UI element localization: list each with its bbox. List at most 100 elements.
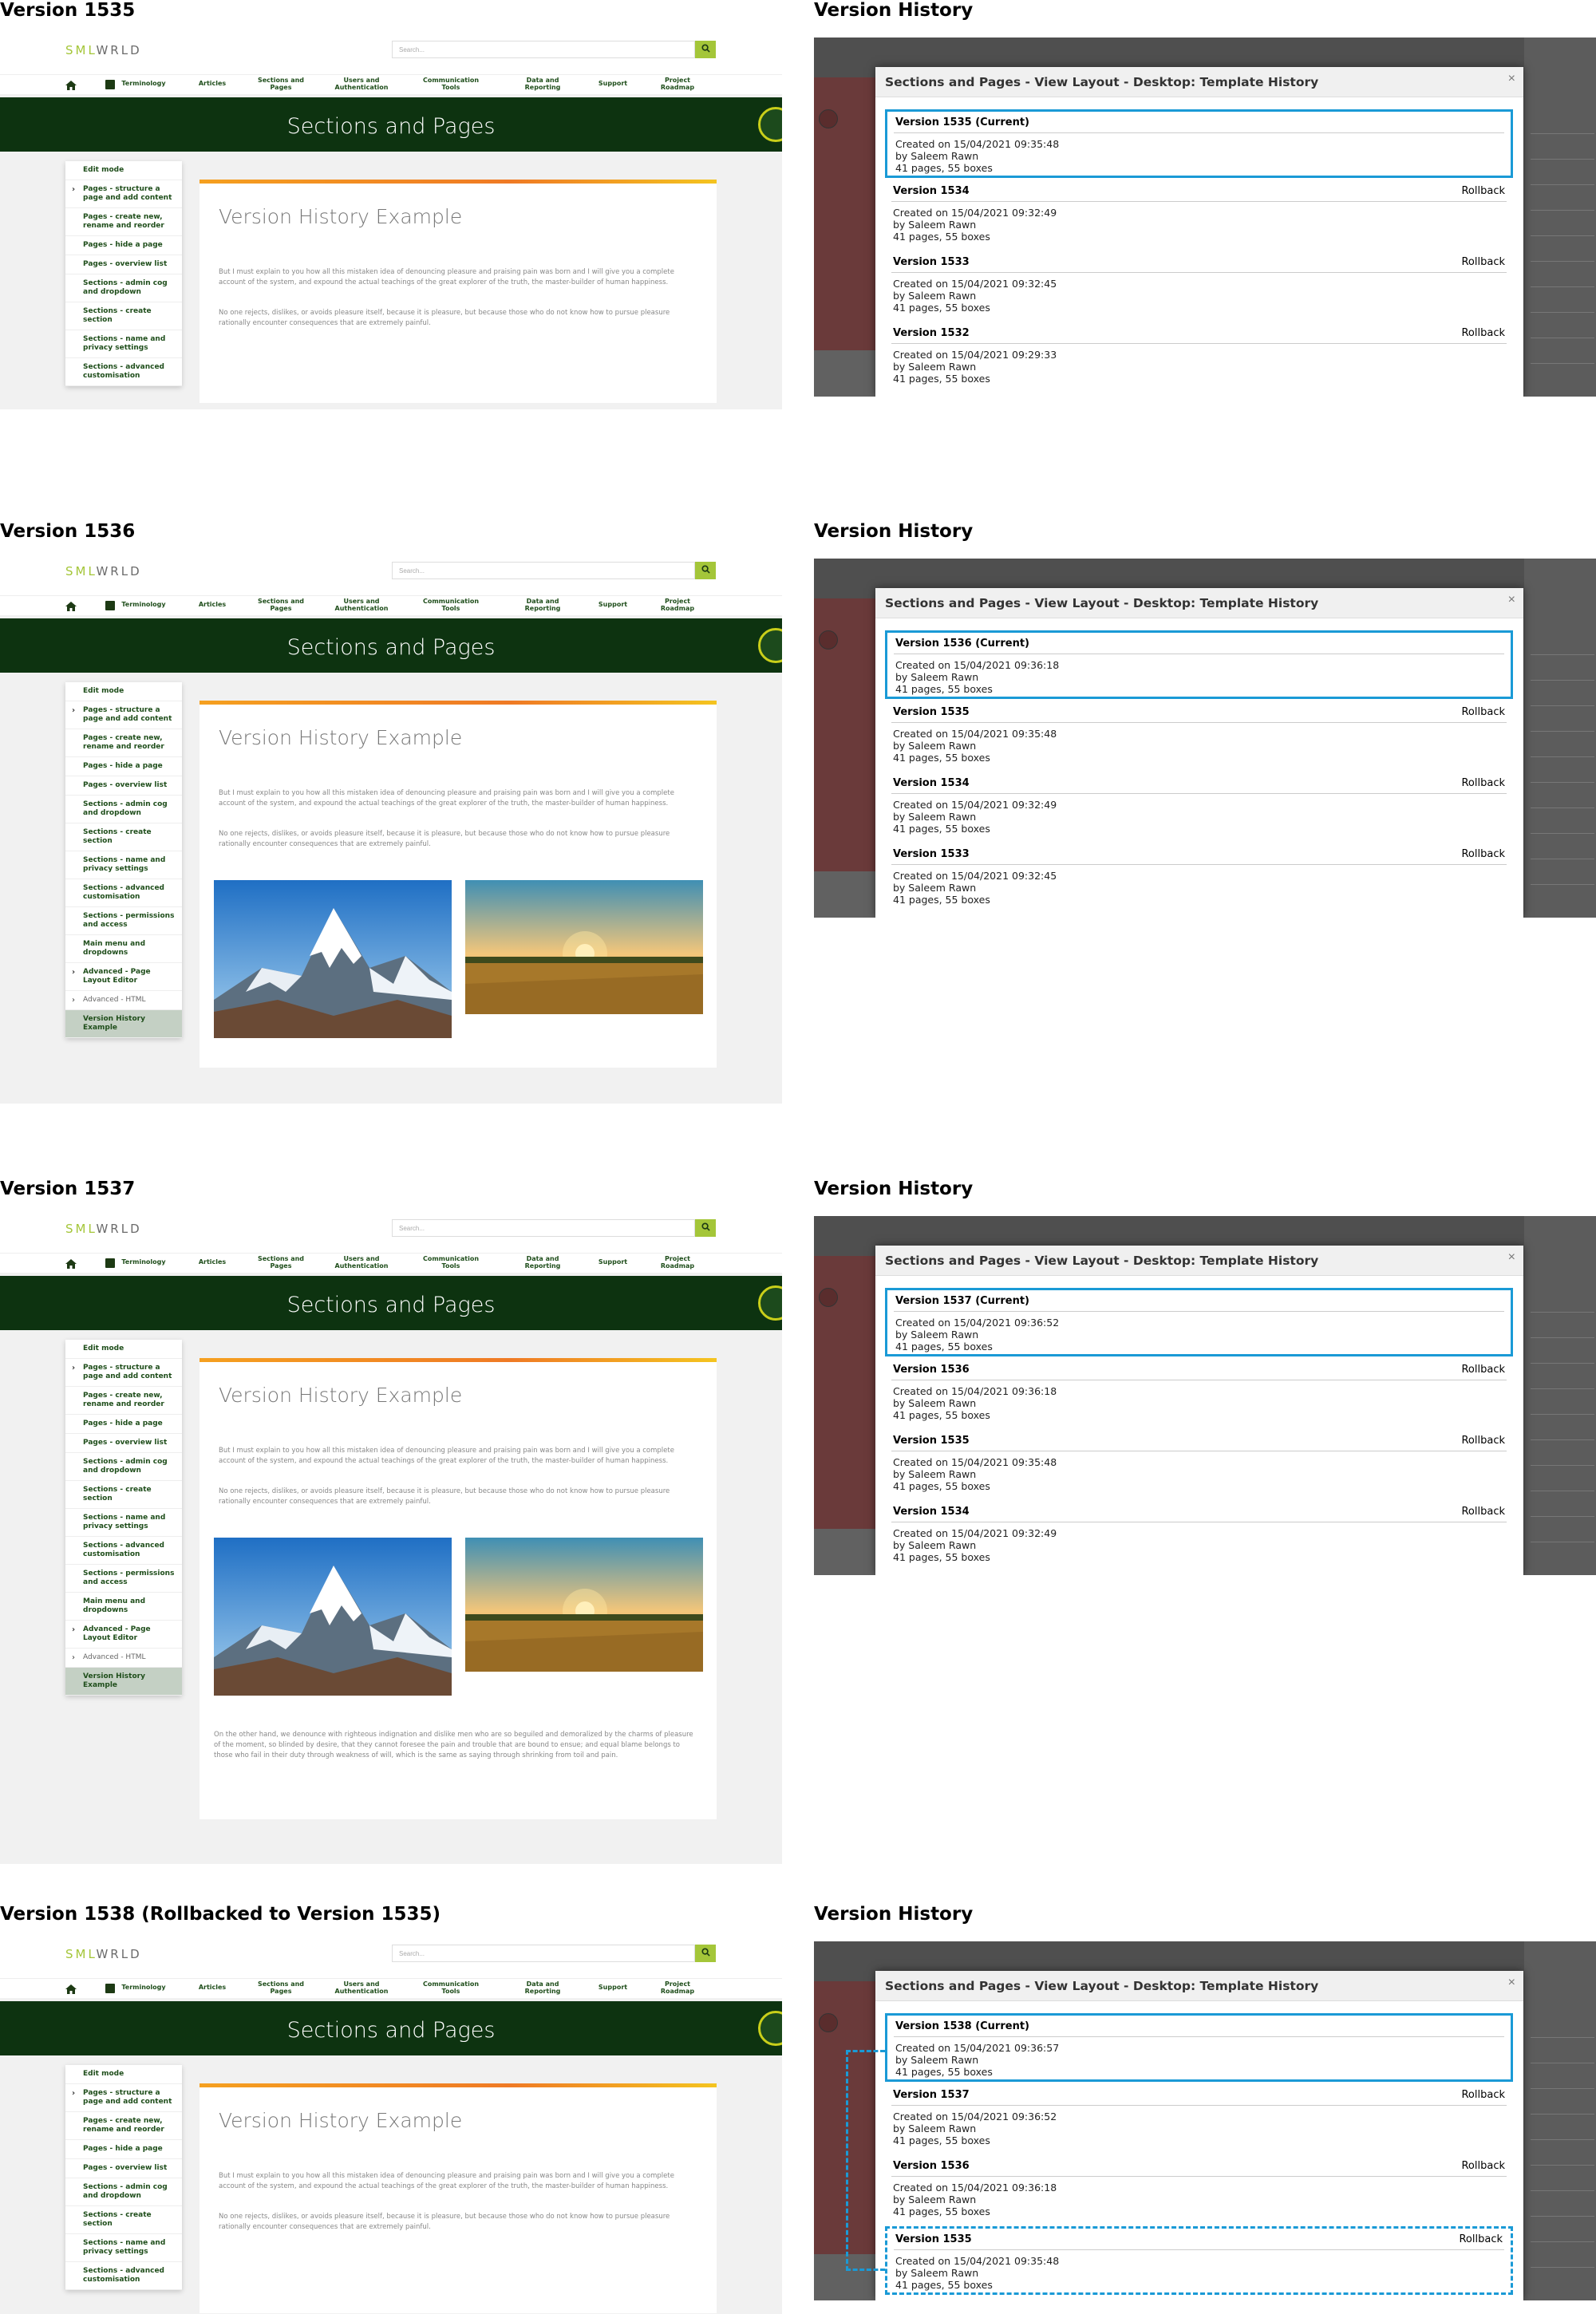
nav-item[interactable]: Data and Reporting [511, 1980, 575, 1995]
sidebar-item[interactable]: Sections - create section [65, 302, 182, 330]
close-icon[interactable]: × [1508, 72, 1515, 86]
nav-item[interactable]: Communication Tools [419, 598, 483, 612]
sidebar-item[interactable]: Sections - create section [65, 1481, 182, 1509]
nav-item[interactable]: Communication Tools [419, 1255, 483, 1270]
site-logo[interactable]: SMLWRLD [65, 1947, 142, 1961]
nav-item[interactable]: Articles [180, 1258, 244, 1266]
sidebar-item[interactable]: Pages - hide a page [65, 236, 182, 255]
nav-item[interactable]: Support [581, 80, 645, 87]
rollback-button[interactable]: Rollback [1461, 2089, 1505, 2101]
sidebar-item[interactable]: Sections - create section [65, 2206, 182, 2234]
sidebar-item[interactable]: Sections - admin cog and dropdown [65, 2178, 182, 2206]
rollback-button[interactable]: Rollback [1461, 1364, 1505, 1376]
sidebar-item[interactable]: › Pages - structure a page and add conten… [65, 180, 182, 208]
nav-item[interactable]: Terminology [112, 1258, 176, 1266]
sidebar-item[interactable]: Sections - advanced customisation [65, 2262, 182, 2290]
rollback-button[interactable]: Rollback [1461, 1435, 1505, 1447]
sidebar-item[interactable]: Edit mode [65, 682, 182, 701]
search-button[interactable] [695, 1945, 716, 1962]
sidebar-item[interactable]: Pages - hide a page [65, 1415, 182, 1434]
nav-item[interactable]: Users and Authentication [330, 77, 393, 91]
search-button[interactable] [695, 562, 716, 579]
sidebar-item[interactable]: › Pages - structure a page and add conten… [65, 1359, 182, 1387]
sidebar-item[interactable]: Sections - advanced customisation [65, 358, 182, 386]
nav-item[interactable]: Articles [180, 80, 244, 87]
sidebar-item[interactable]: Pages - create new, rename and reorder [65, 1387, 182, 1415]
nav-item[interactable]: Support [581, 1984, 645, 1991]
search-input[interactable]: Search... [392, 1945, 695, 1962]
sidebar-item[interactable]: Version History Example [65, 1668, 182, 1696]
home-icon[interactable] [65, 1984, 77, 1994]
nav-item[interactable]: Data and Reporting [511, 598, 575, 612]
rollback-button[interactable]: Rollback [1461, 1506, 1505, 1518]
nav-item[interactable]: Support [581, 601, 645, 608]
rollback-button[interactable]: Rollback [1459, 2233, 1503, 2245]
sidebar-item[interactable]: Sections - permissions and access [65, 907, 182, 935]
rollback-button[interactable]: Rollback [1461, 327, 1505, 339]
home-icon[interactable] [65, 1258, 77, 1269]
site-logo[interactable]: SMLWRLD [65, 564, 142, 578]
sidebar-item[interactable]: Edit mode [65, 2065, 182, 2084]
close-icon[interactable]: × [1508, 593, 1515, 607]
search-input[interactable]: Search... [392, 562, 695, 579]
sidebar-item[interactable]: › Advanced - HTML [65, 1649, 182, 1668]
sidebar-item[interactable]: Sections - name and privacy settings [65, 851, 182, 879]
sidebar-item[interactable]: Sections - advanced customisation [65, 879, 182, 907]
sidebar-item[interactable]: Pages - hide a page [65, 757, 182, 776]
search-input[interactable]: Search... [392, 41, 695, 58]
rollback-button[interactable]: Rollback [1461, 848, 1505, 860]
nav-item[interactable]: Users and Authentication [330, 1255, 393, 1270]
nav-item[interactable]: Sections and Pages [249, 1980, 313, 1995]
nav-item[interactable]: Project Roadmap [646, 1980, 709, 1995]
rollback-button[interactable]: Rollback [1461, 256, 1505, 268]
sidebar-item[interactable]: › Advanced - Page Layout Editor [65, 963, 182, 991]
sidebar-item[interactable]: Pages - overview list [65, 255, 182, 274]
sidebar-item[interactable]: › Pages - structure a page and add conten… [65, 701, 182, 729]
nav-item[interactable]: Terminology [112, 80, 176, 87]
search-button[interactable] [695, 41, 716, 58]
sidebar-item[interactable]: › Advanced - Page Layout Editor [65, 1621, 182, 1649]
sidebar-item[interactable]: Pages - overview list [65, 2159, 182, 2178]
sidebar-item[interactable]: Sections - advanced customisation [65, 1537, 182, 1565]
rollback-button[interactable]: Rollback [1461, 185, 1505, 197]
sidebar-item[interactable]: Pages - overview list [65, 776, 182, 796]
nav-item[interactable]: Project Roadmap [646, 598, 709, 612]
nav-item[interactable]: Terminology [112, 601, 176, 608]
site-logo[interactable]: SMLWRLD [65, 43, 142, 57]
nav-item[interactable]: Data and Reporting [511, 77, 575, 91]
nav-item[interactable]: Project Roadmap [646, 1255, 709, 1270]
nav-item[interactable]: Sections and Pages [249, 77, 313, 91]
sidebar-item[interactable]: Edit mode [65, 1340, 182, 1359]
sidebar-item[interactable]: Pages - overview list [65, 1434, 182, 1453]
sidebar-item[interactable]: Sections - admin cog and dropdown [65, 274, 182, 302]
nav-item[interactable]: Users and Authentication [330, 598, 393, 612]
search-input[interactable]: Search... [392, 1219, 695, 1237]
rollback-button[interactable]: Rollback [1461, 706, 1505, 718]
rollback-button[interactable]: Rollback [1461, 777, 1505, 789]
sidebar-item[interactable]: Pages - create new, rename and reorder [65, 2112, 182, 2140]
nav-item[interactable]: Articles [180, 601, 244, 608]
sidebar-item[interactable]: Sections - name and privacy settings [65, 330, 182, 358]
nav-item[interactable]: Sections and Pages [249, 598, 313, 612]
nav-item[interactable]: Terminology [112, 1984, 176, 1991]
sidebar-item[interactable]: › Pages - structure a page and add conten… [65, 2084, 182, 2112]
nav-item[interactable]: Communication Tools [419, 77, 483, 91]
sidebar-item[interactable]: Pages - create new, rename and reorder [65, 729, 182, 757]
sidebar-item[interactable]: Sections - name and privacy settings [65, 1509, 182, 1537]
sidebar-item[interactable]: Edit mode [65, 161, 182, 180]
home-icon[interactable] [65, 80, 77, 90]
sidebar-item[interactable]: Sections - admin cog and dropdown [65, 1453, 182, 1481]
nav-item[interactable]: Users and Authentication [330, 1980, 393, 1995]
search-button[interactable] [695, 1219, 716, 1237]
sidebar-item[interactable]: Sections - name and privacy settings [65, 2234, 182, 2262]
sidebar-item[interactable]: › Advanced - HTML [65, 991, 182, 1010]
rollback-button[interactable]: Rollback [1461, 2160, 1505, 2172]
nav-item[interactable]: Communication Tools [419, 1980, 483, 1995]
sidebar-item[interactable]: Sections - permissions and access [65, 1565, 182, 1593]
site-logo[interactable]: SMLWRLD [65, 1222, 142, 1236]
sidebar-item[interactable]: Version History Example [65, 1010, 182, 1038]
sidebar-item[interactable]: Pages - hide a page [65, 2140, 182, 2159]
sidebar-item[interactable]: Main menu and dropdowns [65, 935, 182, 963]
sidebar-item[interactable]: Pages - create new, rename and reorder [65, 208, 182, 236]
close-icon[interactable]: × [1508, 1250, 1515, 1265]
